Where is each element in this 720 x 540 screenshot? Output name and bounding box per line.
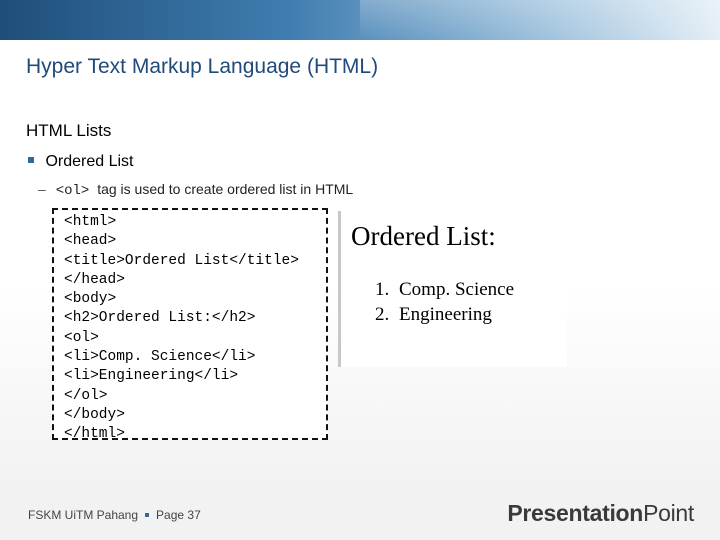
inline-code-tag: <ol> xyxy=(55,183,90,199)
header-band xyxy=(0,0,720,40)
sub-bullet-text: tag is used to create ordered list in HT… xyxy=(97,181,354,197)
rendered-list-item: 2. Engineering xyxy=(375,304,492,326)
code-line: <body> xyxy=(64,291,117,308)
code-line: <title>Ordered List</title> xyxy=(64,252,299,269)
presentationpoint-logo: PresentationPoint xyxy=(507,500,694,527)
code-line: </html> xyxy=(64,426,125,443)
bullet-item: Ordered List xyxy=(28,153,134,171)
list-item-label: Comp. Science xyxy=(399,279,515,300)
code-line: </head> xyxy=(64,271,125,288)
list-item-label: Engineering xyxy=(399,304,492,325)
list-number: 2. xyxy=(375,304,390,325)
code-example-box: <html> <head> <title>Ordered List</title… xyxy=(52,208,328,442)
footer-org: FSKM UiTM Pahang xyxy=(28,508,139,522)
rendered-heading: Ordered List: xyxy=(351,221,496,251)
code-line: </body> xyxy=(64,406,125,423)
code-line: <h2>Ordered List:</h2> xyxy=(64,310,256,327)
sub-bullet-item: – <ol> tag is used to create ordered lis… xyxy=(38,181,353,199)
list-number: 1. xyxy=(375,279,390,300)
code-line: <html> xyxy=(64,214,117,230)
logo-word-presentation: Presentation xyxy=(507,500,644,526)
code-line: <li>Engineering</li> xyxy=(64,368,239,385)
code-line: <ol> xyxy=(64,329,99,346)
footer-separator-icon xyxy=(145,513,150,517)
dash-bullet-icon: – xyxy=(38,181,46,197)
code-line: </ol> xyxy=(64,387,108,404)
slide-footer: FSKM UiTM Pahang Page 37 xyxy=(28,508,201,522)
slide-title: Hyper Text Markup Language (HTML) xyxy=(26,55,379,78)
rendered-output-preview: Ordered List: 1. Comp. Science 2. Engineer… xyxy=(338,211,567,367)
rendered-list-item: 1. Comp. Science xyxy=(375,279,514,301)
code-line: <head> xyxy=(64,233,117,250)
section-title: HTML Lists xyxy=(26,121,112,140)
code-line: <li>Comp. Science</li> xyxy=(64,349,256,366)
logo-word-point: Point xyxy=(643,500,694,526)
square-bullet-icon xyxy=(28,157,34,163)
page-number: Page 37 xyxy=(156,508,201,522)
bullet-text: Ordered List xyxy=(45,153,134,170)
